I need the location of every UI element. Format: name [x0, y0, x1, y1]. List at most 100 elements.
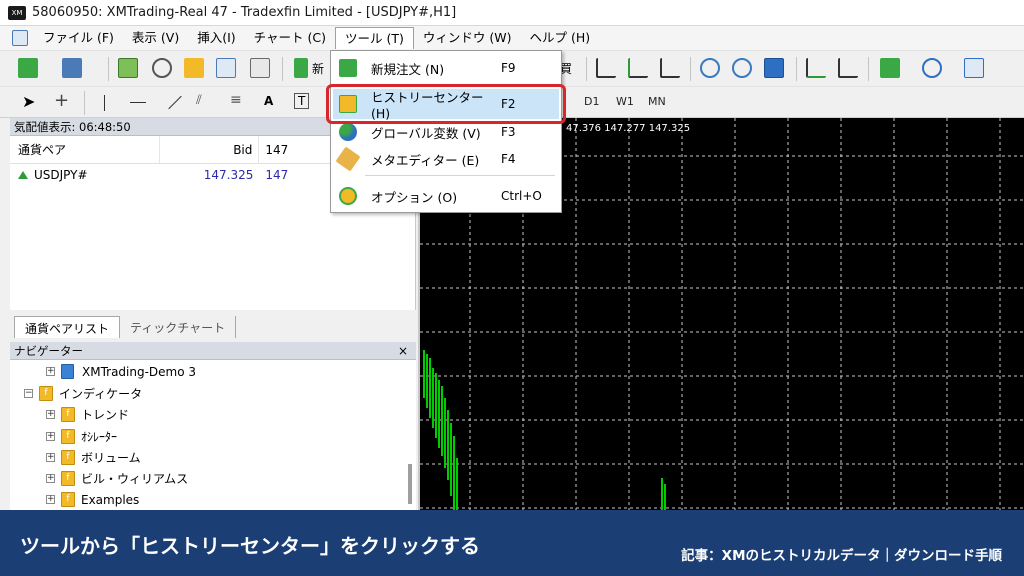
navigator-panel: + XMTrading-Demo 3 − f インディケータ + f トレンド …: [10, 360, 416, 510]
new-order-toolbar-icon[interactable]: [294, 58, 308, 78]
nav-item-account[interactable]: + XMTrading-Demo 3: [46, 361, 196, 382]
menu-view[interactable]: 表示 (V): [123, 27, 188, 49]
nav-item-volumes[interactable]: + f ボリューム: [46, 447, 141, 468]
bid-price: 147.325: [203, 168, 254, 182]
menu-item-new-order[interactable]: 新規注文 (N) F9: [333, 53, 559, 83]
folder-icon: f: [61, 429, 75, 444]
indicators-icon[interactable]: [880, 58, 900, 78]
menu-item-label: 新規注文 (N): [371, 61, 445, 77]
text-label-icon[interactable]: T: [294, 93, 310, 109]
toolbar-separator: [108, 57, 109, 81]
toolbar-separator: [796, 57, 797, 81]
line-chart-icon[interactable]: [660, 58, 680, 78]
menu-item-shortcut: F4: [501, 152, 516, 166]
zoom-out-icon[interactable]: [732, 58, 752, 78]
timeframe-w1[interactable]: W1: [616, 95, 634, 108]
expand-icon[interactable]: +: [46, 432, 55, 441]
horizontal-line-icon[interactable]: [130, 102, 146, 103]
expand-icon[interactable]: +: [46, 495, 55, 504]
nav-item-bill-williams[interactable]: + f ビル・ウィリアムス: [46, 468, 188, 489]
nav-item-examples[interactable]: + f Examples: [46, 489, 139, 510]
folder-icon: f: [61, 450, 75, 465]
zoom-in-icon[interactable]: [700, 58, 720, 78]
timeframe-mn[interactable]: MN: [648, 95, 666, 108]
menu-window[interactable]: ウィンドウ (W): [414, 27, 521, 49]
auto-scroll-icon[interactable]: [806, 58, 826, 78]
toolbar-separator: [586, 57, 587, 81]
market-watch-icon[interactable]: [118, 58, 138, 78]
folder-icon: f: [61, 471, 75, 486]
periods-clock-icon[interactable]: [922, 58, 942, 78]
expand-icon[interactable]: +: [46, 453, 55, 462]
toolbar-separator: [690, 57, 691, 81]
menu-tools[interactable]: ツール (T): [335, 27, 414, 49]
nav-item-indicators[interactable]: − f インディケータ: [24, 383, 142, 404]
nav-item-oscillators[interactable]: + f ｵｼﾚｰﾀｰ: [46, 426, 117, 447]
bar-chart-icon[interactable]: [596, 58, 616, 78]
window-title: 58060950: XMTrading-Real 47 - Tradexfin …: [32, 5, 457, 20]
folder-icon: f: [61, 492, 75, 507]
menu-charts[interactable]: チャート (C): [245, 27, 335, 49]
window-menu-icon[interactable]: [12, 30, 28, 46]
tab-tick-chart[interactable]: ティックチャート: [120, 316, 237, 338]
profiles-icon[interactable]: [62, 58, 82, 78]
instruction-banner: ツールから「ヒストリーセンター」をクリックする 記事：XMのヒストリカルデータ｜…: [0, 510, 1024, 576]
tab-symbols[interactable]: 通貨ペアリスト: [14, 316, 121, 338]
menu-file[interactable]: ファイル (F): [34, 27, 123, 49]
toolbar-separator: [282, 57, 283, 81]
highlight-annotation-frame: [326, 84, 566, 124]
banner-article-title: 記事：XMのヒストリカルデータ｜ダウンロード手順: [681, 548, 1002, 564]
menu-item-options[interactable]: オプション (O) Ctrl+O: [333, 181, 559, 211]
menu-item-label: グローバル変数 (V): [371, 125, 481, 141]
templates-icon[interactable]: [964, 58, 984, 78]
nav-item-label: XMTrading-Demo 3: [82, 364, 197, 379]
menu-insert[interactable]: 挿入(I): [188, 27, 244, 49]
price-up-icon: [18, 171, 28, 179]
tester-icon[interactable]: [216, 58, 236, 78]
terminal-icon[interactable]: [184, 58, 204, 78]
navigator-header: ナビゲーター ×: [10, 342, 416, 360]
menu-bar: ファイル (F) 表示 (V) 挿入(I) チャート (C) ツール (T) ウ…: [0, 26, 1024, 50]
channel-icon[interactable]: ⫽: [196, 93, 202, 108]
expand-icon[interactable]: +: [46, 474, 55, 483]
menu-item-shortcut: Ctrl+O: [501, 189, 542, 203]
new-order-toolbar-label[interactable]: 新: [312, 60, 324, 77]
navigator-scrollbar[interactable]: [408, 464, 412, 504]
nav-item-trend[interactable]: + f トレンド: [46, 404, 129, 425]
chart-shift-icon[interactable]: [838, 58, 858, 78]
chart-price-readout: 47.376 147.277 147.325: [566, 123, 691, 134]
menu-item-shortcut: F9: [501, 61, 516, 75]
tile-windows-icon[interactable]: [764, 58, 784, 78]
toolbar-separator: [868, 57, 869, 81]
fibonacci-icon[interactable]: ≡: [230, 92, 242, 108]
nav-item-label: インディケータ: [59, 387, 143, 401]
close-icon[interactable]: ×: [398, 342, 408, 360]
menu-item-metaeditor[interactable]: メタエディター (E) F4: [333, 144, 559, 174]
nav-item-label: ｵｼﾚｰﾀｰ: [81, 430, 118, 444]
collapse-icon[interactable]: −: [24, 389, 33, 398]
nav-item-label: トレンド: [81, 408, 130, 422]
app-logo-icon: XM: [8, 5, 26, 20]
trendline-icon[interactable]: [168, 95, 182, 110]
account-icon: [61, 364, 74, 379]
metaeditor-icon: [335, 146, 361, 172]
expand-icon[interactable]: +: [46, 367, 55, 376]
navigator-icon[interactable]: [152, 58, 172, 78]
toolbar-separator: [84, 91, 85, 115]
candlestick-icon[interactable]: [628, 58, 648, 78]
column-bid[interactable]: Bid: [160, 136, 260, 163]
crosshair-icon[interactable]: +: [54, 90, 69, 111]
cursor-icon[interactable]: ➤: [22, 92, 35, 111]
new-order-icon: [339, 59, 357, 77]
text-icon[interactable]: A: [264, 94, 273, 108]
menu-item-shortcut: F3: [501, 125, 516, 139]
menu-help[interactable]: ヘルプ (H): [520, 27, 599, 49]
vertical-line-icon[interactable]: [104, 95, 105, 111]
new-chart-icon[interactable]: [18, 58, 38, 78]
timeframe-d1[interactable]: D1: [584, 95, 599, 108]
column-symbol[interactable]: 通貨ペア: [10, 136, 160, 163]
title-bar: XM 58060950: XMTrading-Real 47 - Tradexf…: [0, 0, 1024, 26]
expand-icon[interactable]: +: [46, 410, 55, 419]
data-window-icon[interactable]: [250, 58, 270, 78]
folder-icon: f: [39, 386, 53, 401]
